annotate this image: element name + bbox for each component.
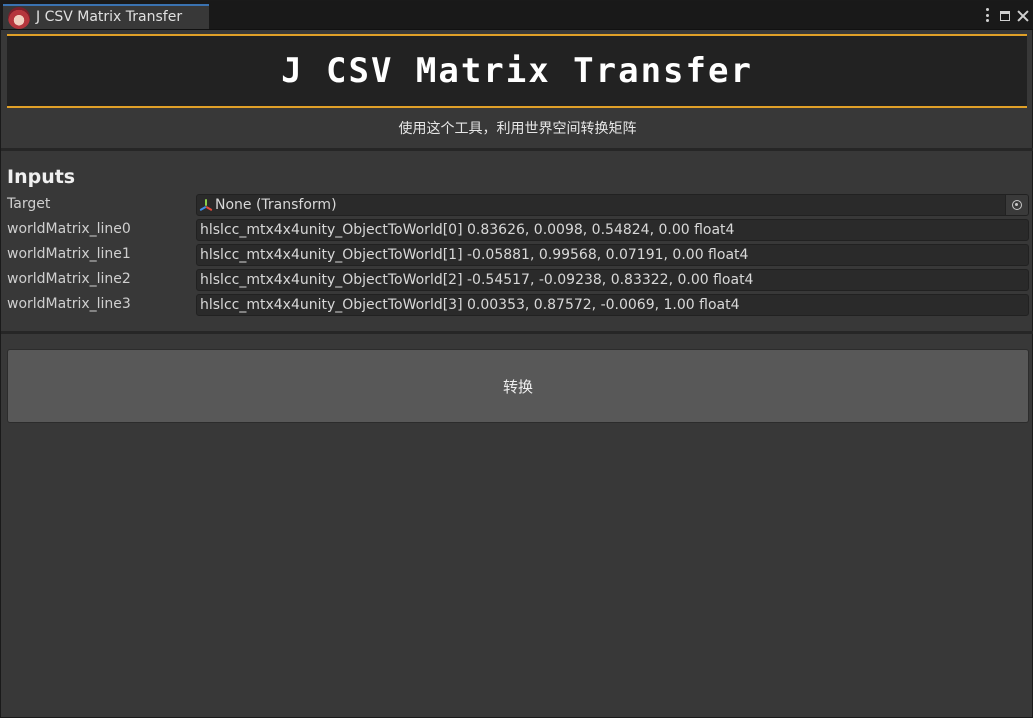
tab-j-csv-matrix-transfer[interactable]: J CSV Matrix Transfer bbox=[3, 4, 209, 29]
target-object-field[interactable]: None (Transform) bbox=[196, 194, 1029, 216]
world-matrix-line2-label: worldMatrix_line2 bbox=[7, 271, 131, 287]
world-matrix-line3-field[interactable]: hlslcc_mtx4x4unity_ObjectToWorld[3] 0.00… bbox=[196, 294, 1029, 316]
world-matrix-line1-row: worldMatrix_line1 hlslcc_mtx4x4unity_Obj… bbox=[7, 244, 1029, 266]
editor-window: J CSV Matrix Transfer J CSV Matrix Trans… bbox=[0, 0, 1033, 718]
window-controls bbox=[980, 7, 1030, 23]
transform-icon bbox=[199, 198, 213, 212]
app-avatar-icon bbox=[8, 7, 30, 29]
world-matrix-line1-label: worldMatrix_line1 bbox=[7, 246, 131, 262]
maximize-icon[interactable] bbox=[1000, 11, 1010, 21]
inputs-section-title: Inputs bbox=[7, 166, 76, 188]
close-icon[interactable] bbox=[1016, 9, 1030, 23]
world-matrix-line2-field[interactable]: hlslcc_mtx4x4unity_ObjectToWorld[2] -0.5… bbox=[196, 269, 1029, 291]
kebab-menu-icon[interactable] bbox=[980, 7, 994, 23]
world-matrix-line0-field[interactable]: hlslcc_mtx4x4unity_ObjectToWorld[0] 0.83… bbox=[196, 219, 1029, 241]
header-banner: J CSV Matrix Transfer bbox=[7, 34, 1027, 108]
convert-button[interactable]: 转换 bbox=[7, 349, 1029, 423]
target-row: Target None (Transform) bbox=[7, 194, 1029, 216]
object-picker-button[interactable] bbox=[1005, 195, 1028, 215]
world-matrix-line2-row: worldMatrix_line2 hlslcc_mtx4x4unity_Obj… bbox=[7, 269, 1029, 291]
world-matrix-line3-row: worldMatrix_line3 hlslcc_mtx4x4unity_Obj… bbox=[7, 294, 1029, 316]
page-subtitle: 使用这个工具，利用世界空间转换矩阵 bbox=[398, 121, 637, 137]
tab-bar: J CSV Matrix Transfer bbox=[1, 1, 1033, 30]
target-value: None (Transform) bbox=[215, 197, 337, 213]
section-divider bbox=[1, 148, 1033, 151]
object-picker-icon bbox=[1012, 200, 1022, 210]
tab-title: J CSV Matrix Transfer bbox=[36, 9, 183, 25]
world-matrix-line1-field[interactable]: hlslcc_mtx4x4unity_ObjectToWorld[1] -0.0… bbox=[196, 244, 1029, 266]
world-matrix-line3-label: worldMatrix_line3 bbox=[7, 296, 131, 312]
section-divider bbox=[1, 331, 1033, 334]
world-matrix-line0-label: worldMatrix_line0 bbox=[7, 221, 131, 237]
page-title: J CSV Matrix Transfer bbox=[281, 51, 753, 91]
world-matrix-line0-row: worldMatrix_line0 hlslcc_mtx4x4unity_Obj… bbox=[7, 219, 1029, 241]
target-label: Target bbox=[7, 196, 51, 212]
